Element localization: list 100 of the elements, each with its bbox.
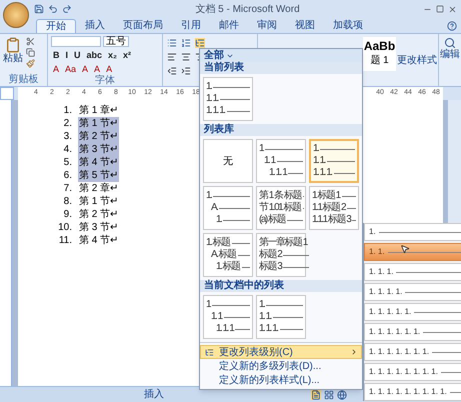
- list-style-option[interactable]: 无: [203, 139, 253, 183]
- list-style-option[interactable]: 1. A. 1.: [203, 186, 253, 230]
- group-label: 剪贴板: [8, 74, 40, 86]
- search-icon[interactable]: [444, 37, 456, 49]
- ribbon-tab[interactable]: 加载项: [324, 19, 372, 33]
- list-item-text: 第 2 节↵: [78, 130, 120, 143]
- list-level-option[interactable]: 1. 1. 1. 1. 1. 1. 1.: [364, 343, 461, 361]
- numbering-icon[interactable]: [181, 38, 191, 48]
- mouse-cursor-icon: [400, 244, 410, 254]
- ribbon-tab[interactable]: 审阅: [248, 19, 286, 33]
- format-button[interactable]: x₂: [106, 49, 120, 61]
- menu-item[interactable]: 定义新的多级列表(D)...: [200, 359, 362, 373]
- cut-icon[interactable]: [26, 37, 35, 46]
- maximize-icon[interactable]: [436, 5, 444, 13]
- list-number: 6.: [62, 169, 72, 183]
- multilevel-list-icon[interactable]: [195, 38, 205, 48]
- format-button[interactable]: x²: [121, 49, 134, 61]
- group-label: 字体: [94, 75, 116, 87]
- list-item-text: 第 4 节↵: [78, 156, 120, 169]
- font-effect-button[interactable]: A: [104, 63, 114, 75]
- list-item-text: 第 4 节↵: [78, 234, 120, 247]
- font-effect-button[interactable]: A: [51, 63, 62, 75]
- window-title: 文档 5 - Microsoft Word: [194, 2, 301, 16]
- list-level-option[interactable]: 1. 1. 1.: [364, 263, 461, 281]
- list-number: 8.: [62, 195, 72, 209]
- list-number: 11.: [58, 234, 72, 248]
- section-heading: 当前文档中的列表: [200, 280, 362, 292]
- list-number: 2.: [62, 117, 72, 131]
- menu-item[interactable]: 更改列表级别(C): [200, 345, 362, 359]
- font-name-field[interactable]: [51, 36, 101, 47]
- list-number: 7.: [62, 182, 72, 196]
- list-style-option[interactable]: 1. 1. 1. 1. 1. 1.: [256, 295, 306, 339]
- redo-icon[interactable]: [62, 4, 72, 14]
- list-item-text: 第 2 章↵: [78, 182, 120, 195]
- list-style-option[interactable]: 1. 标题 A. 标题 1. 标题: [203, 233, 253, 277]
- list-number: 1.: [62, 104, 72, 118]
- ribbon-tab[interactable]: 开始: [36, 19, 76, 33]
- section-heading: 当前列表: [200, 62, 362, 74]
- copy-icon[interactable]: [26, 48, 35, 57]
- list-style-option[interactable]: 1. 1. 1. 1. 1. 1.: [203, 77, 253, 121]
- save-icon[interactable]: [34, 4, 44, 14]
- indent-increase-icon[interactable]: [181, 66, 191, 76]
- list-style-option[interactable]: 1. 1. 1. 1. 1. 1.: [309, 139, 359, 183]
- font-effect-button[interactable]: A: [80, 63, 90, 75]
- layout-view-icon[interactable]: [324, 390, 334, 400]
- style-preview[interactable]: AaBb 题 1: [363, 37, 396, 71]
- insert-mode-indicator[interactable]: 插入: [144, 387, 164, 402]
- list-number: 9.: [62, 208, 72, 222]
- font-effect-button[interactable]: A: [92, 63, 102, 75]
- close-icon[interactable]: [448, 4, 457, 14]
- list-number: 4.: [62, 143, 72, 157]
- format-button[interactable]: B: [51, 49, 62, 61]
- filter-dropdown[interactable]: 全部: [200, 49, 362, 62]
- list-item-text: 第 1 节↵: [78, 117, 120, 130]
- list-number: 3.: [62, 130, 72, 144]
- format-painter-icon[interactable]: [26, 59, 35, 68]
- list-item-text: 第 5 节↵: [78, 169, 120, 182]
- list-level-option[interactable]: 1. 1.: [364, 243, 461, 261]
- print-layout-icon[interactable]: [311, 390, 321, 400]
- list-level-option[interactable]: 1.: [364, 223, 461, 241]
- web-layout-icon[interactable]: [337, 390, 347, 400]
- format-button[interactable]: U: [72, 49, 83, 61]
- section-heading: 列表库: [200, 124, 362, 136]
- paste-button[interactable]: 粘贴: [3, 53, 23, 65]
- format-button[interactable]: abc: [84, 49, 104, 61]
- indent-decrease-icon[interactable]: [167, 66, 177, 76]
- font-effect-button[interactable]: Aa: [63, 63, 78, 75]
- ribbon-tab[interactable]: 视图: [286, 19, 324, 33]
- help-icon[interactable]: [447, 21, 457, 31]
- list-item-text: 第 1 章↵: [78, 104, 120, 117]
- ribbon-tab[interactable]: 邮件: [210, 19, 248, 33]
- list-item-text: 第 3 节↵: [78, 221, 120, 234]
- format-button[interactable]: I: [64, 49, 70, 61]
- list-level-option[interactable]: 1. 1. 1. 1.: [364, 283, 461, 301]
- editing-button[interactable]: 编辑: [440, 49, 460, 61]
- list-levels-icon: [205, 348, 214, 356]
- menu-item[interactable]: 定义新的列表样式(L)...: [200, 373, 362, 387]
- font-size-field[interactable]: 五号: [103, 36, 129, 47]
- list-style-option[interactable]: 1 1. 1 1. 1. 1: [203, 295, 253, 339]
- list-number: 5.: [62, 156, 72, 170]
- list-level-option[interactable]: 1. 1. 1. 1. 1. 1. 1. 1.: [364, 363, 461, 381]
- undo-icon[interactable]: [48, 4, 58, 14]
- list-level-option[interactable]: 1. 1. 1. 1. 1. 1. 1. 1. 1.: [364, 383, 461, 401]
- list-style-option[interactable]: 1 1. 1 1. 1. 1: [256, 139, 306, 183]
- ribbon-tab[interactable]: 页面布局: [114, 19, 172, 33]
- ribbon-tab[interactable]: 插入: [76, 19, 114, 33]
- list-item-text: 第 2 节↵: [78, 208, 120, 221]
- list-style-option[interactable]: 1 标题 1 1.1 标题 2 1.1.1 标题 3: [309, 186, 359, 230]
- paste-icon[interactable]: [5, 37, 21, 53]
- list-style-option[interactable]: 第一章标题 1 标题 2 标题 3: [256, 233, 306, 277]
- ribbon-tab[interactable]: 引用: [172, 19, 210, 33]
- list-item-text: 第 3 节↵: [78, 143, 120, 156]
- list-number: 10.: [57, 221, 72, 235]
- align-left-icon[interactable]: [167, 52, 177, 62]
- align-center-icon[interactable]: [181, 52, 191, 62]
- list-style-option[interactable]: 第 1 条 标题 节 1.01 标题 (a) 标题: [256, 186, 306, 230]
- bullets-icon[interactable]: [167, 38, 177, 48]
- list-level-option[interactable]: 1. 1. 1. 1. 1. 1.: [364, 323, 461, 341]
- list-level-option[interactable]: 1. 1. 1. 1. 1.: [364, 303, 461, 321]
- list-item-text: 第 1 节↵: [78, 195, 120, 208]
